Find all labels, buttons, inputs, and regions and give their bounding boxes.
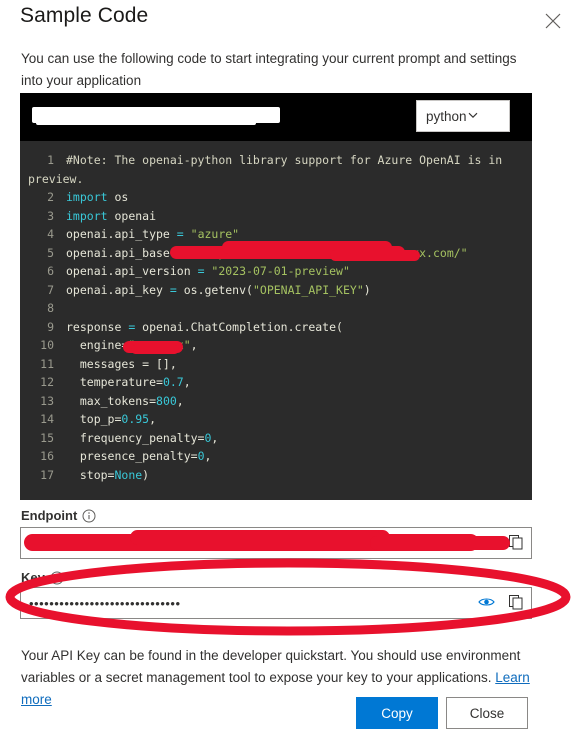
copy-button[interactable]: Copy [356, 697, 438, 729]
code-toolbar: python [20, 93, 532, 141]
close-button[interactable] [538, 6, 568, 36]
key-copy-button[interactable] [501, 588, 531, 618]
code-line: 17 stop=None) [40, 467, 150, 482]
info-icon[interactable] [82, 509, 96, 523]
code-line: 16 presence_penalty=0, [40, 449, 212, 463]
code-line: 3 import openai [47, 208, 157, 223]
code-line: 14 top_p=0.95, [40, 412, 157, 426]
close-dialog-button[interactable]: Close [446, 697, 528, 729]
code-line: 6 openai.api_version = "2023-07-01-previe… [47, 264, 350, 278]
intro-description: You can use the following code to start … [21, 51, 517, 88]
key-value: •••••••••••••••••••••••••••••• [29, 595, 181, 611]
endpoint-label: Endpoint [21, 508, 78, 523]
page-title: Sample Code [20, 4, 149, 27]
key-helper-sentence: Your API Key can be found in the develop… [21, 648, 521, 685]
language-select-value: python [426, 108, 467, 124]
redaction-mark-endpoint-3 [370, 536, 510, 550]
code-line: 12 temperature=0.7, [40, 375, 191, 389]
language-select[interactable]: python [416, 100, 510, 132]
redaction-mark-api-base-3 [330, 250, 420, 261]
copy-icon [508, 534, 524, 553]
code-content: 1 #Note: The openai-python library suppor… [20, 141, 532, 484]
key-input[interactable]: •••••••••••••••••••••••••••••• [20, 587, 532, 619]
info-icon[interactable] [50, 571, 64, 585]
copy-icon [508, 594, 524, 613]
redaction-mark-engine-2 [131, 345, 179, 354]
code-line: 2 import os [47, 190, 129, 204]
code-line: 7 openai.api_key = os.getenv("OPENAI_API_… [47, 282, 371, 297]
dialog-header: Sample Code [0, 0, 580, 42]
key-reveal-button[interactable] [471, 588, 501, 618]
eye-icon [477, 595, 495, 612]
chevron-down-icon [467, 109, 500, 124]
sample-code-block: python 1 #Note: The openai-python library… [20, 93, 532, 500]
code-line: 10 engine="xxxxxxx", [40, 338, 198, 352]
code-line: preview. [28, 171, 84, 186]
key-label-group: Key [21, 570, 64, 585]
endpoint-label-group: Endpoint [21, 508, 96, 523]
close-icon [545, 13, 561, 29]
redaction-mark-endpoint-2 [130, 530, 390, 545]
code-line: 11 messages = [], [40, 356, 177, 371]
code-line: 15 frequency_penalty=0, [40, 430, 219, 445]
code-line: 13 max_tokens=800, [40, 393, 184, 408]
key-label: Key [21, 570, 45, 585]
code-line: 1 #Note: The openai-python library suppor… [47, 153, 503, 167]
code-line: 8 [47, 301, 54, 315]
redacted-resource-name [32, 107, 280, 125]
code-line: 9 response = openai.ChatCompletion.create… [47, 319, 343, 334]
